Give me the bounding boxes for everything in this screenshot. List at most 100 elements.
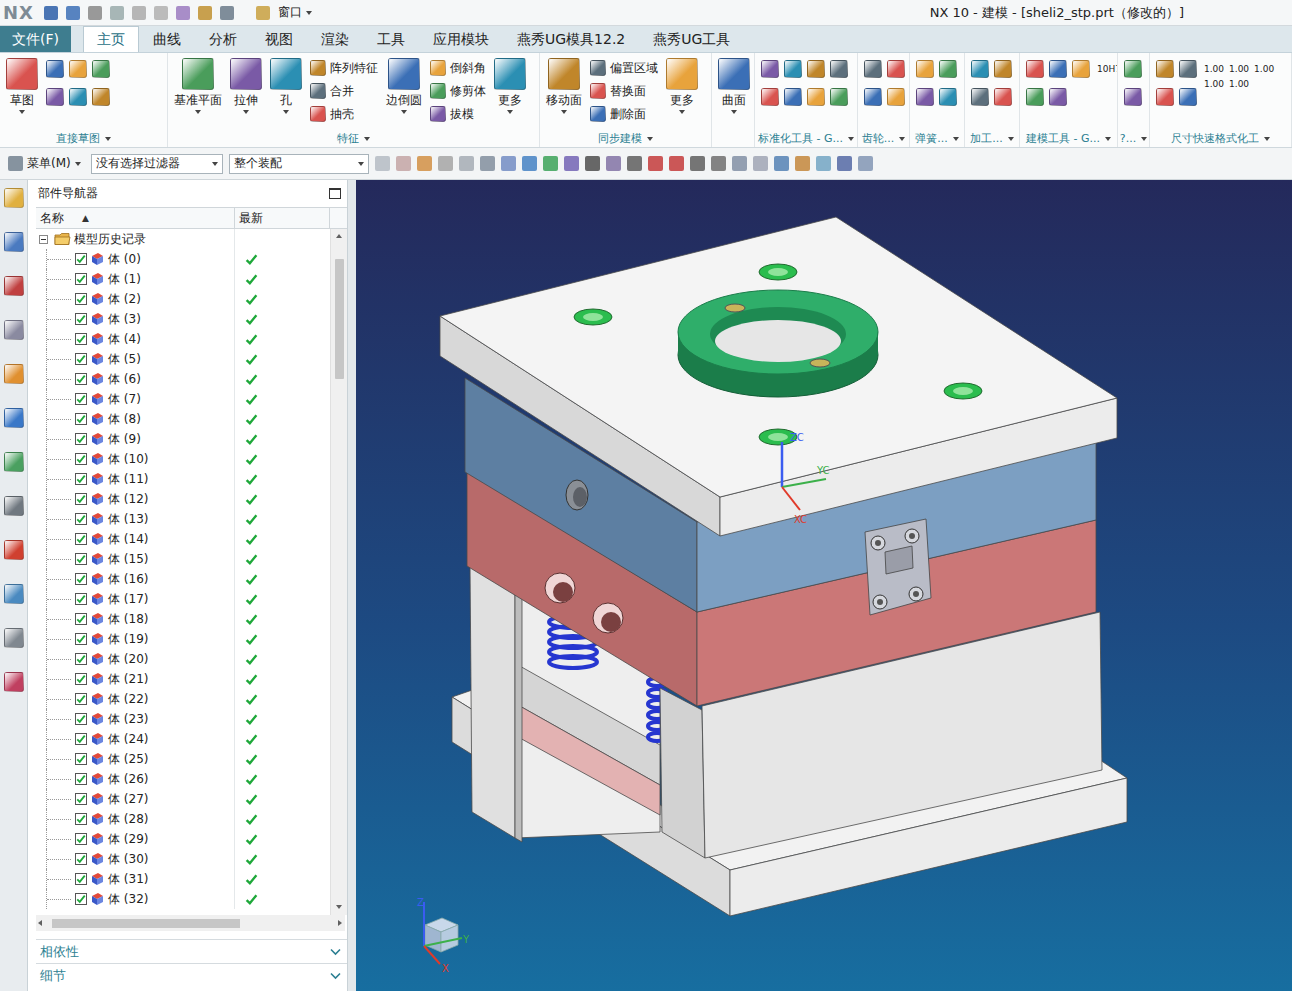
visibility-checkbox[interactable] bbox=[75, 713, 87, 725]
visibility-checkbox[interactable] bbox=[75, 573, 87, 585]
visibility-checkbox[interactable] bbox=[75, 253, 87, 265]
ribbon-tab[interactable]: 燕秀UG工具 bbox=[639, 26, 744, 52]
tree-row[interactable]: 体 (19) bbox=[36, 629, 330, 649]
tree-row[interactable]: 体 (23) bbox=[36, 709, 330, 729]
tool-icon[interactable] bbox=[1124, 88, 1142, 106]
ribbon-small-button[interactable]: 替换面 bbox=[590, 81, 658, 101]
ribbon-button[interactable]: 更多 bbox=[663, 58, 701, 114]
snap-tool-icon[interactable] bbox=[753, 156, 768, 171]
group-label[interactable]: 特征 bbox=[168, 130, 539, 147]
quick-access-icon[interactable] bbox=[176, 6, 190, 20]
tree-row[interactable]: 体 (13) bbox=[36, 509, 330, 529]
visibility-checkbox[interactable] bbox=[75, 313, 87, 325]
snap-tool-icon[interactable] bbox=[585, 156, 600, 171]
tree-row[interactable]: 体 (11) bbox=[36, 469, 330, 489]
tool-icon[interactable] bbox=[939, 60, 957, 78]
visibility-checkbox[interactable] bbox=[75, 773, 87, 785]
ribbon-button[interactable]: 拉伸 bbox=[227, 58, 265, 114]
tree-row[interactable]: 体 (29) bbox=[36, 829, 330, 849]
visibility-checkbox[interactable] bbox=[75, 393, 87, 405]
tool-icon[interactable] bbox=[46, 60, 64, 78]
resource-tab-icon[interactable] bbox=[4, 672, 24, 692]
visibility-checkbox[interactable] bbox=[75, 593, 87, 605]
resource-tab-icon[interactable] bbox=[4, 628, 24, 648]
snap-tool-icon[interactable] bbox=[627, 156, 642, 171]
snap-tool-icon[interactable] bbox=[417, 156, 432, 171]
snap-tool-icon[interactable] bbox=[480, 156, 495, 171]
visibility-checkbox[interactable] bbox=[75, 373, 87, 385]
format-button[interactable]: 10H7 bbox=[1097, 64, 1117, 75]
resource-tab-icon[interactable] bbox=[4, 408, 24, 428]
group-label[interactable]: 建模工具 - G... bbox=[1020, 130, 1117, 147]
visibility-checkbox[interactable] bbox=[75, 653, 87, 665]
snap-tool-icon[interactable] bbox=[522, 156, 537, 171]
visibility-checkbox[interactable] bbox=[75, 673, 87, 685]
resource-tab-icon[interactable] bbox=[4, 232, 24, 252]
group-label[interactable]: 弹簧... bbox=[910, 130, 964, 147]
group-label[interactable]: 尺寸快速格式化工 bbox=[1150, 130, 1291, 147]
visibility-checkbox[interactable] bbox=[75, 513, 87, 525]
tool-icon[interactable] bbox=[887, 60, 905, 78]
collapse-icon[interactable] bbox=[39, 235, 48, 244]
tool-icon[interactable] bbox=[994, 88, 1012, 106]
tool-icon[interactable] bbox=[92, 60, 110, 78]
ribbon-small-button[interactable]: 删除面 bbox=[590, 104, 658, 124]
visibility-checkbox[interactable] bbox=[75, 793, 87, 805]
graphics-viewport[interactable]: ZCYCXCZYX bbox=[356, 180, 1292, 991]
tree-row[interactable]: 体 (9) bbox=[36, 429, 330, 449]
latch-plate[interactable] bbox=[865, 519, 931, 615]
ribbon-small-button[interactable]: 合并 bbox=[310, 81, 378, 101]
resource-tab-icon[interactable] bbox=[4, 496, 24, 516]
snap-tool-icon[interactable] bbox=[837, 156, 852, 171]
tree-row[interactable]: 体 (15) bbox=[36, 549, 330, 569]
tool-icon[interactable] bbox=[916, 88, 934, 106]
visibility-checkbox[interactable] bbox=[75, 853, 87, 865]
tree-row[interactable]: 体 (22) bbox=[36, 689, 330, 709]
snap-tool-icon[interactable] bbox=[732, 156, 747, 171]
ribbon-small-button[interactable]: 抽壳 bbox=[310, 104, 378, 124]
type-filter-select[interactable]: 没有选择过滤器 bbox=[91, 154, 223, 174]
visibility-checkbox[interactable] bbox=[75, 753, 87, 765]
visibility-checkbox[interactable] bbox=[75, 533, 87, 545]
tree-row[interactable]: 体 (31) bbox=[36, 869, 330, 889]
tree-row[interactable]: 体 (4) bbox=[36, 329, 330, 349]
visibility-checkbox[interactable] bbox=[75, 833, 87, 845]
snap-tool-icon[interactable] bbox=[858, 156, 873, 171]
tool-icon[interactable] bbox=[1072, 60, 1090, 78]
scroll-thumb[interactable] bbox=[52, 919, 240, 928]
tool-icon[interactable] bbox=[971, 60, 989, 78]
tool-icon[interactable] bbox=[916, 60, 934, 78]
tool-icon[interactable] bbox=[69, 60, 87, 78]
window-menu[interactable]: 窗口 bbox=[248, 2, 316, 23]
visibility-checkbox[interactable] bbox=[75, 733, 87, 745]
arrow-right-icon[interactable] bbox=[335, 918, 345, 928]
ribbon-button[interactable]: 移动面 bbox=[543, 58, 585, 114]
tool-icon[interactable] bbox=[971, 88, 989, 106]
locating-ring[interactable] bbox=[678, 290, 878, 397]
group-label[interactable]: ?... bbox=[1118, 130, 1149, 147]
visibility-checkbox[interactable] bbox=[75, 613, 87, 625]
arrow-up-icon[interactable] bbox=[334, 232, 344, 242]
ribbon-small-button[interactable]: 修剪体 bbox=[430, 81, 486, 101]
visibility-checkbox[interactable] bbox=[75, 633, 87, 645]
tree-row[interactable]: 体 (26) bbox=[36, 769, 330, 789]
arrow-down-icon[interactable] bbox=[334, 902, 344, 912]
tree-row[interactable]: 体 (10) bbox=[36, 449, 330, 469]
tree-row[interactable]: 体 (12) bbox=[36, 489, 330, 509]
format-button[interactable]: 1.00 bbox=[1229, 79, 1249, 90]
group-label[interactable]: 加工... bbox=[965, 130, 1019, 147]
snap-tool-icon[interactable] bbox=[396, 156, 411, 171]
quick-access-icon[interactable] bbox=[110, 6, 124, 20]
tool-icon[interactable] bbox=[1026, 88, 1044, 106]
tool-icon[interactable] bbox=[784, 88, 802, 106]
tree-row[interactable]: 体 (27) bbox=[36, 789, 330, 809]
resource-tab-icon[interactable] bbox=[4, 320, 24, 340]
ribbon-button[interactable]: 基准平面 bbox=[171, 58, 225, 114]
vertical-scrollbar[interactable] bbox=[330, 229, 347, 915]
tool-icon[interactable] bbox=[864, 60, 882, 78]
tree-row[interactable]: 体 (6) bbox=[36, 369, 330, 389]
scroll-thumb[interactable] bbox=[335, 259, 344, 379]
visibility-checkbox[interactable] bbox=[75, 453, 87, 465]
tree-row[interactable]: 体 (20) bbox=[36, 649, 330, 669]
resource-tab-icon[interactable] bbox=[4, 188, 24, 208]
